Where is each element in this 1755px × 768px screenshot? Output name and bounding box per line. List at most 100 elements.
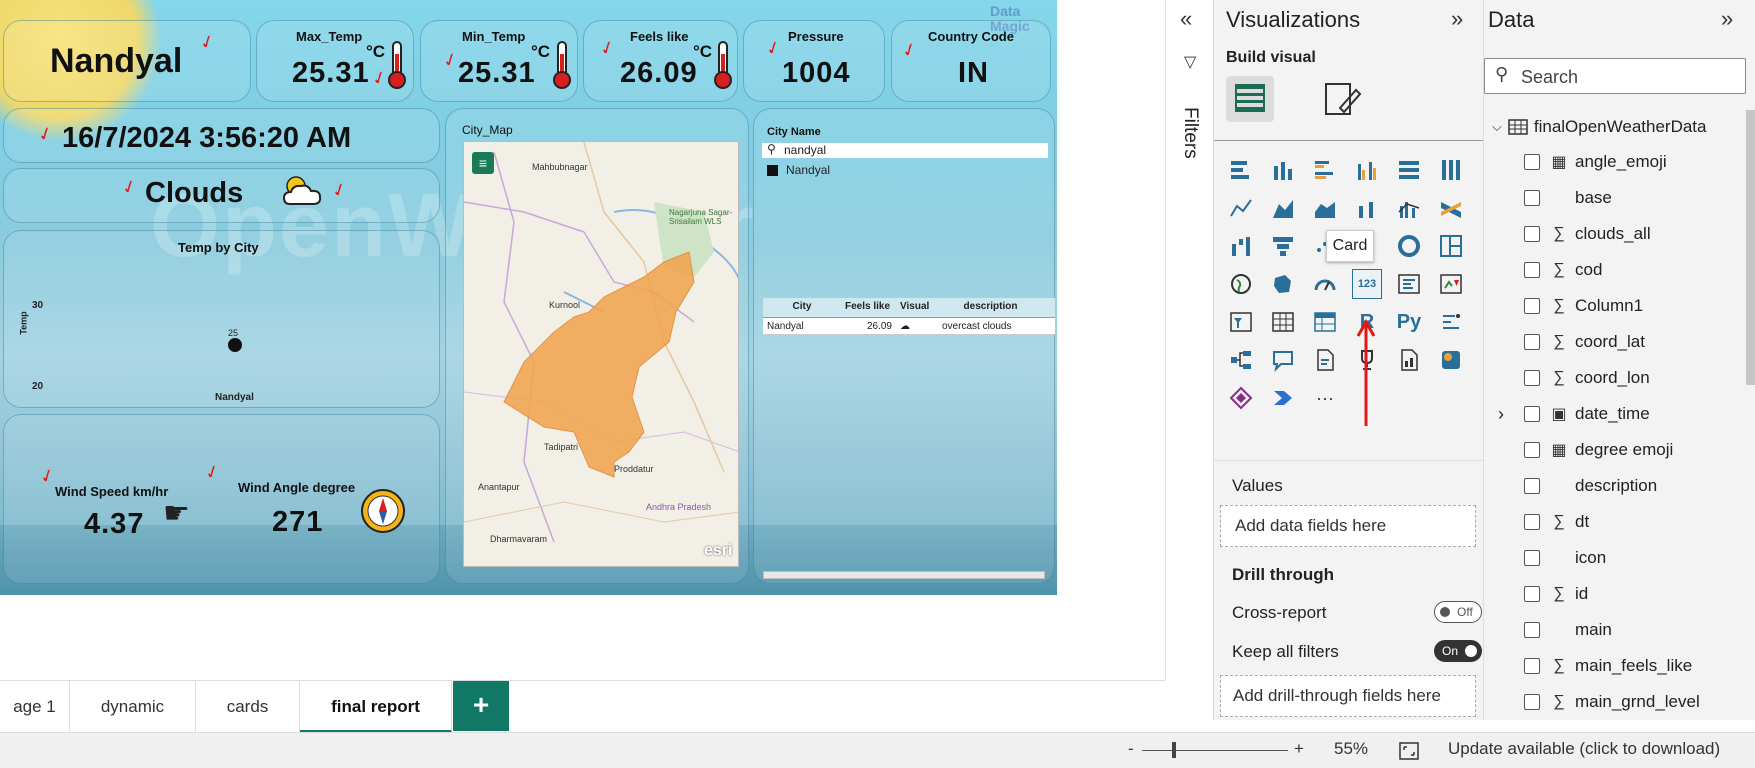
tab-final-report[interactable]: final report xyxy=(300,681,452,733)
field-item[interactable]: ▦ degree emoji xyxy=(1504,440,1754,460)
line-stacked-column-icon[interactable] xyxy=(1352,193,1382,223)
field-checkbox[interactable] xyxy=(1524,586,1540,602)
stacked-area-icon[interactable] xyxy=(1310,193,1340,223)
area-chart-icon[interactable] xyxy=(1268,193,1298,223)
slicer-icon[interactable] xyxy=(1226,307,1256,337)
column-header-description[interactable]: description xyxy=(938,298,1043,317)
build-visual-tab[interactable] xyxy=(1226,76,1274,122)
python-visual-icon[interactable]: Py xyxy=(1394,307,1424,337)
zoom-slider-track[interactable] xyxy=(1142,750,1288,751)
field-checkbox[interactable] xyxy=(1524,298,1540,314)
kpi-icon[interactable] xyxy=(1436,269,1466,299)
field-item[interactable]: main xyxy=(1504,620,1754,640)
zoom-in-button[interactable]: + xyxy=(1294,739,1304,759)
power-automate-icon[interactable] xyxy=(1268,383,1298,413)
tab-cards[interactable]: cards xyxy=(196,681,300,733)
field-item[interactable]: description xyxy=(1504,476,1754,496)
table-horizontal-scrollbar[interactable] xyxy=(763,571,1045,579)
field-checkbox[interactable] xyxy=(1524,190,1540,206)
expand-right-icon[interactable]: » xyxy=(1721,6,1733,32)
map-visual-icon[interactable] xyxy=(1226,269,1256,299)
ribbon-chart-icon[interactable] xyxy=(1436,193,1466,223)
chevron-down-icon[interactable]: ⌵ xyxy=(1492,119,1502,135)
field-item[interactable]: ∑ main_grnd_level xyxy=(1504,692,1754,712)
add-page-button[interactable]: + xyxy=(453,681,509,731)
treemap-icon[interactable] xyxy=(1436,231,1466,261)
field-item[interactable]: base xyxy=(1504,188,1754,208)
gauge-icon[interactable] xyxy=(1310,269,1340,299)
field-item[interactable]: ∑ coord_lat xyxy=(1504,332,1754,352)
data-search-input[interactable]: ⚲ Search xyxy=(1484,58,1746,94)
100-stacked-column-icon[interactable] xyxy=(1436,155,1466,185)
column-header-visual[interactable]: Visual xyxy=(896,298,938,317)
field-item[interactable]: › ▣ date_time xyxy=(1498,404,1754,424)
field-checkbox[interactable] xyxy=(1524,406,1540,422)
city-table[interactable]: City Feels like Visual description Nandy… xyxy=(763,298,1055,335)
drill-through-drop-zone[interactable]: Add drill-through fields here xyxy=(1220,675,1476,717)
clustered-column-chart-icon[interactable] xyxy=(1352,155,1382,185)
qa-icon[interactable] xyxy=(1268,345,1298,375)
table-visual-icon[interactable] xyxy=(1268,307,1298,337)
slicer-checkbox[interactable] xyxy=(767,165,778,176)
column-header-city[interactable]: City xyxy=(763,298,841,317)
map-menu-button[interactable]: ≡ xyxy=(472,152,494,174)
line-chart-icon[interactable] xyxy=(1226,193,1256,223)
field-checkbox[interactable] xyxy=(1524,550,1540,566)
field-checkbox[interactable] xyxy=(1524,442,1540,458)
clustered-bar-chart-icon[interactable] xyxy=(1310,155,1340,185)
table-row[interactable]: Nandyal 26.09 ☁ overcast clouds xyxy=(763,318,1055,335)
slicer-table-panel[interactable] xyxy=(753,108,1055,584)
field-checkbox[interactable] xyxy=(1524,658,1540,674)
field-checkbox[interactable] xyxy=(1524,694,1540,710)
tab-page-1[interactable]: age 1 xyxy=(0,681,70,733)
donut-chart-icon[interactable] xyxy=(1394,231,1424,261)
smart-narrative-icon[interactable] xyxy=(1310,345,1340,375)
data-point[interactable] xyxy=(228,338,242,352)
field-item[interactable]: ▦ angle_emoji xyxy=(1504,152,1754,172)
field-item[interactable]: ∑ clouds_all xyxy=(1504,224,1754,244)
temp-by-city-chart[interactable] xyxy=(3,230,440,408)
fit-to-page-icon[interactable] xyxy=(1398,741,1420,761)
line-clustered-column-icon[interactable] xyxy=(1394,193,1424,223)
field-checkbox[interactable] xyxy=(1524,226,1540,242)
field-checkbox[interactable] xyxy=(1524,154,1540,170)
field-item[interactable]: icon xyxy=(1504,548,1754,568)
filters-pane-collapsed[interactable]: « ▽ Filters xyxy=(1165,0,1213,680)
chevron-right-icon[interactable]: › xyxy=(1498,404,1504,425)
field-checkbox[interactable] xyxy=(1524,262,1540,278)
field-checkbox[interactable] xyxy=(1524,478,1540,494)
azure-map-icon[interactable] xyxy=(1436,345,1466,375)
stacked-column-chart-icon[interactable] xyxy=(1268,155,1298,185)
funnel-chart-icon[interactable] xyxy=(1268,231,1298,261)
key-influencers-icon[interactable] xyxy=(1436,307,1466,337)
matrix-icon[interactable] xyxy=(1310,307,1340,337)
column-header-feels-like[interactable]: Feels like xyxy=(841,298,896,317)
weather-report[interactable]: OpenWeather Data Magic Nandyal ✓ Max_Tem… xyxy=(0,0,1057,595)
field-item[interactable]: ∑ id xyxy=(1504,584,1754,604)
multi-row-card-icon[interactable] xyxy=(1394,269,1424,299)
field-checkbox[interactable] xyxy=(1524,334,1540,350)
field-item[interactable]: ∑ dt xyxy=(1504,512,1754,532)
power-apps-icon[interactable] xyxy=(1226,383,1256,413)
card-visual-icon[interactable]: 123 xyxy=(1352,269,1382,299)
update-available-link[interactable]: Update available (click to download) xyxy=(1448,739,1720,759)
field-checkbox[interactable] xyxy=(1524,622,1540,638)
100-stacked-bar-icon[interactable] xyxy=(1394,155,1424,185)
filters-label[interactable]: Filters xyxy=(1179,107,1201,159)
tab-dynamic[interactable]: dynamic xyxy=(70,681,196,733)
expand-right-icon[interactable]: » xyxy=(1451,6,1463,32)
field-item[interactable]: ∑ cod xyxy=(1504,260,1754,280)
filled-map-icon[interactable] xyxy=(1268,269,1298,299)
stacked-bar-chart-icon[interactable] xyxy=(1226,155,1256,185)
zoom-slider-thumb[interactable] xyxy=(1172,742,1176,758)
table-node[interactable]: ⌵ finalOpenWeatherData xyxy=(1492,117,1706,137)
field-checkbox[interactable] xyxy=(1524,514,1540,530)
field-checkbox[interactable] xyxy=(1524,370,1540,386)
paginated-report-icon[interactable] xyxy=(1394,345,1424,375)
values-drop-zone[interactable]: Add data fields here xyxy=(1220,505,1476,547)
waterfall-chart-icon[interactable] xyxy=(1226,231,1256,261)
map-area[interactable]: Mahbubnagar Nagarjuna Sagar-Srisailam WL… xyxy=(463,141,739,567)
more-visuals-icon[interactable]: ··· xyxy=(1310,383,1340,413)
format-visual-icon[interactable] xyxy=(1322,80,1362,120)
field-item[interactable]: ∑ main_feels_like xyxy=(1504,656,1754,676)
